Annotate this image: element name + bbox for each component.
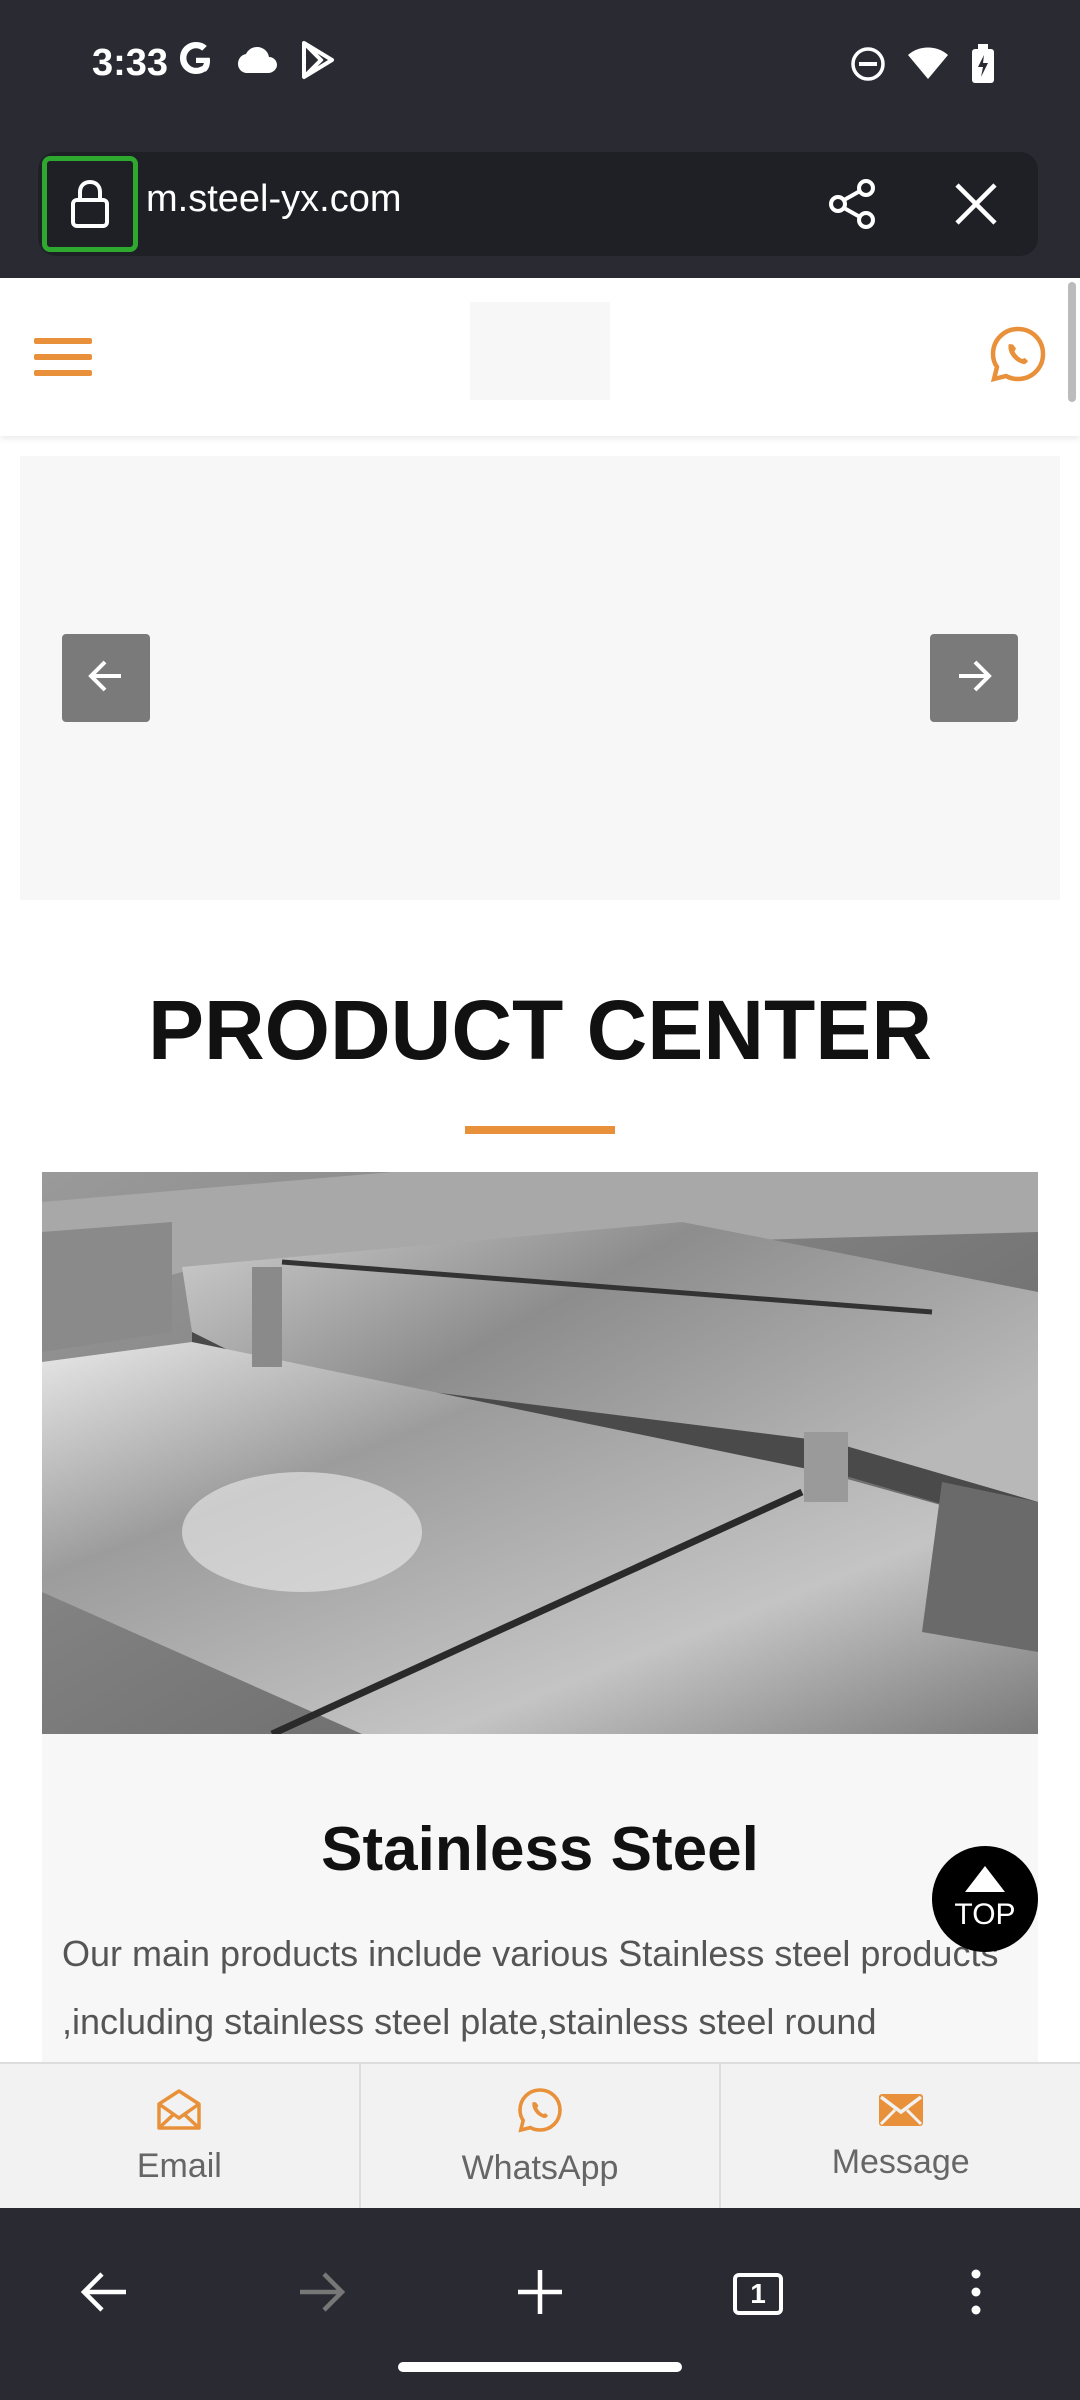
hero-banner	[20, 456, 1060, 900]
more-vertical-icon	[970, 2268, 982, 2321]
status-right-icons	[850, 44, 996, 89]
page-scrollbar[interactable]	[1068, 282, 1076, 402]
whatsapp-button[interactable]: WhatsApp	[361, 2064, 722, 2210]
banner-prev-button[interactable]	[62, 634, 150, 722]
menu-icon[interactable]	[34, 328, 92, 386]
message-label: Message	[831, 2143, 970, 2181]
arrow-back-icon	[78, 2270, 130, 2319]
address-bar[interactable]: m.steel-yx.com	[38, 152, 1038, 256]
gesture-handle[interactable]	[398, 2362, 682, 2372]
product-image[interactable]	[42, 1172, 1038, 1734]
status-time: 3:33	[92, 42, 169, 84]
overflow-menu-button[interactable]	[934, 2252, 1018, 2336]
product-card[interactable]: Stainless Steel Our main products includ…	[42, 1734, 1038, 2064]
tab-switcher-button[interactable]: 1	[716, 2252, 800, 2336]
email-button[interactable]: Email	[0, 2064, 361, 2210]
contact-bar: Email WhatsApp Message	[0, 2062, 1080, 2210]
play-store-icon	[300, 40, 336, 85]
banner-next-button[interactable]	[930, 634, 1018, 722]
plus-icon	[515, 2267, 565, 2322]
close-icon[interactable]	[944, 172, 1008, 236]
arrow-forward-icon	[296, 2270, 348, 2319]
back-to-top-button[interactable]: TOP	[932, 1846, 1038, 1952]
lock-icon[interactable]	[42, 156, 138, 252]
browser-nav-bar: 1	[0, 2208, 1080, 2400]
site-logo[interactable]	[470, 302, 610, 400]
tab-count-icon: 1	[733, 2273, 783, 2315]
status-bar: 3:33	[0, 0, 1080, 140]
email-label: Email	[136, 2147, 222, 2185]
wifi-icon	[908, 47, 948, 86]
arrow-left-icon	[87, 659, 125, 698]
product-description: Our main products include various Stainl…	[62, 1933, 999, 2042]
forward-button[interactable]	[280, 2252, 364, 2336]
cloud-icon	[238, 44, 278, 81]
email-icon	[155, 2088, 203, 2137]
do-not-disturb-icon	[850, 46, 886, 87]
site-header	[0, 278, 1080, 436]
browser-toolbar: m.steel-yx.com	[0, 140, 1080, 278]
product-name[interactable]: Stainless Steel	[42, 1814, 1038, 1885]
arrow-right-icon	[955, 659, 993, 698]
menu-line	[34, 370, 92, 376]
whatsapp-icon	[516, 2086, 564, 2139]
message-button[interactable]: Message	[721, 2064, 1080, 2210]
status-left-icons	[176, 40, 336, 85]
triangle-up-icon	[965, 1866, 1005, 1892]
back-to-top-label: TOP	[954, 1898, 1016, 1931]
back-button[interactable]	[62, 2252, 146, 2336]
menu-line	[34, 354, 92, 360]
share-icon[interactable]	[820, 172, 884, 236]
url-text[interactable]: m.steel-yx.com	[146, 178, 401, 221]
new-tab-button[interactable]	[498, 2252, 582, 2336]
title-underline	[465, 1126, 615, 1134]
whatsapp-label: WhatsApp	[461, 2149, 619, 2187]
battery-charging-icon	[970, 44, 996, 89]
tab-count: 1	[750, 2278, 766, 2309]
menu-line	[34, 338, 92, 344]
section-title: PRODUCT CENTER	[147, 983, 932, 1077]
message-icon	[877, 2092, 925, 2133]
google-icon	[176, 40, 216, 85]
whatsapp-icon[interactable]	[988, 324, 1048, 384]
